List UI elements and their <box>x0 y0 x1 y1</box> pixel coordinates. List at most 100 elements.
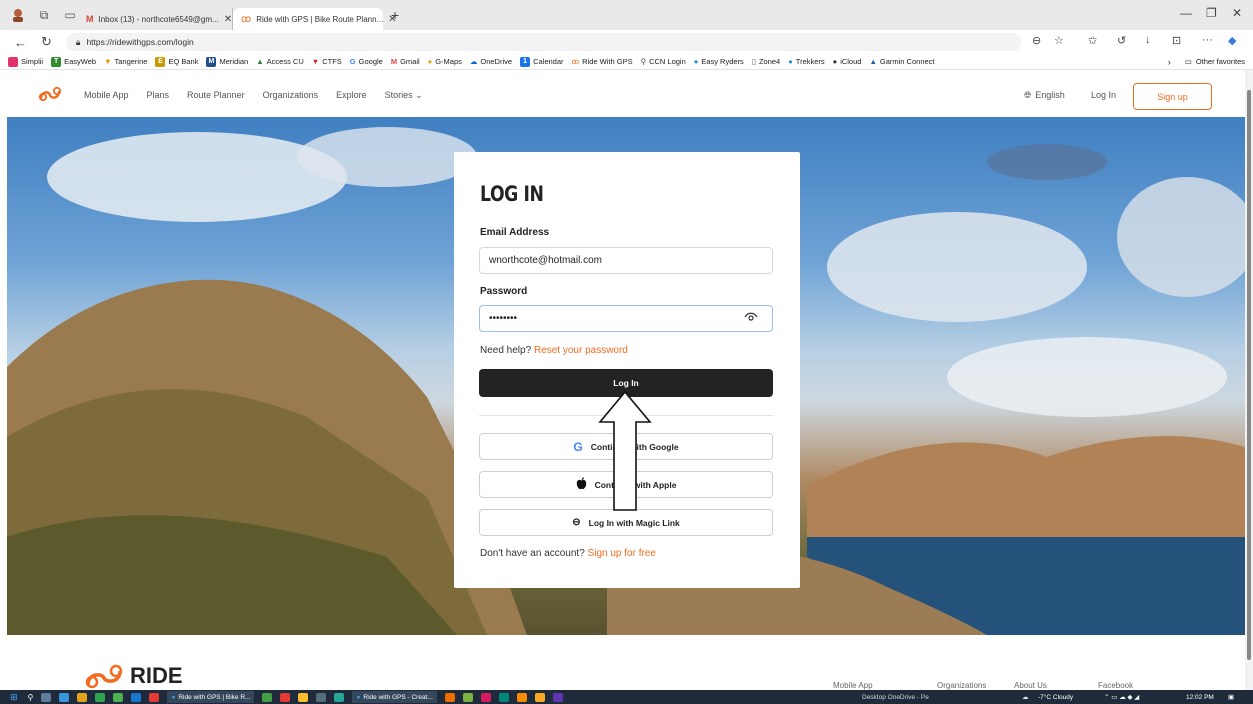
app-icon[interactable] <box>280 692 291 702</box>
copilot-icon[interactable]: ◆ <box>1228 34 1236 47</box>
app-icon[interactable] <box>552 692 563 702</box>
help-label: Need help? <box>480 345 532 356</box>
collections-icon[interactable]: ⊡ <box>1172 34 1181 47</box>
close-icon[interactable]: ✕ <box>224 14 232 25</box>
fav-garmin[interactable]: ▲ Garmin Connect <box>869 57 934 66</box>
footer-organizations[interactable]: Organizations <box>937 681 986 690</box>
reset-password-link[interactable]: Reset your password <box>534 345 628 356</box>
ridewithgps-logo-icon <box>85 664 123 689</box>
nav-explore[interactable]: Explore <box>336 90 367 100</box>
url-text: https://ridewithgps.com/login <box>86 37 194 47</box>
more-icon[interactable]: ··· <box>1202 34 1213 46</box>
fav-google[interactable]: G Google <box>350 57 383 66</box>
ridewithgps-logo[interactable] <box>38 85 62 105</box>
page-icon: ▯ <box>751 57 756 66</box>
footer-facebook[interactable]: Facebook <box>1098 681 1133 690</box>
fav-calendar[interactable]: 1 Calendar <box>520 56 564 67</box>
app-icon[interactable] <box>480 692 491 702</box>
refresh-icon[interactable]: ↻ <box>41 34 52 50</box>
nav-route-planner[interactable]: Route Planner <box>187 90 245 100</box>
address-bar[interactable]: 🔒︎ https://ridewithgps.com/login <box>65 33 1021 51</box>
show-password-icon[interactable] <box>744 312 758 325</box>
fav-gmail[interactable]: M Gmail <box>391 57 420 66</box>
app-icon[interactable] <box>462 692 473 702</box>
favorites-icon[interactable]: ✩ <box>1088 34 1097 47</box>
fav-easyryders[interactable]: ● Easy Ryders <box>694 57 744 66</box>
restore-icon[interactable]: ❐ <box>1206 6 1217 20</box>
app-icon[interactable] <box>131 692 142 702</box>
fav-meridian[interactable]: M Meridian <box>206 56 248 67</box>
fav-ridewithgps[interactable]: ꝏ Ride With GPS <box>572 57 633 66</box>
chrome-icon[interactable] <box>298 692 309 702</box>
start-icon[interactable]: ⊞ <box>10 692 18 703</box>
nav-organizations[interactable]: Organizations <box>263 90 319 100</box>
email-field[interactable] <box>479 247 773 274</box>
downloads-icon[interactable]: ↓ <box>1145 34 1151 46</box>
close-window-icon[interactable]: ✕ <box>1232 6 1242 20</box>
other-favorites[interactable]: Other favorites <box>1196 57 1245 66</box>
fav-simplii[interactable]: Simplii <box>8 56 44 67</box>
nav-stories[interactable]: Stories ⌄ <box>385 90 423 101</box>
taskbar-app-ridewithgps-create[interactable]: ● Ride with GPS - Creat... <box>352 691 437 703</box>
clock[interactable]: 12:02 PM <box>1186 694 1214 701</box>
tab-gmail[interactable]: M Inbox (13) - northcote6549@gm... ✕ <box>78 8 233 30</box>
fav-icloud[interactable]: ● iCloud <box>833 57 862 66</box>
magic-link-button[interactable]: ⊖ Log In with Magic Link <box>479 509 773 536</box>
new-tab-icon[interactable]: + <box>391 7 399 23</box>
nav-mobile-app[interactable]: Mobile App <box>84 90 129 100</box>
workspaces-icon[interactable]: ⧉ <box>36 7 52 23</box>
app-icon[interactable] <box>149 692 160 702</box>
app-icon[interactable] <box>444 692 455 702</box>
tray-icons[interactable]: ⌃ ▭ ☁ ◆ ◢ <box>1104 693 1139 701</box>
taskbar-app-ridewithgps[interactable]: ● Ride with GPS | Bike R... <box>167 691 255 703</box>
language-selector[interactable]: 🌐︎ English <box>1024 90 1065 101</box>
tab-ridewithgps[interactable]: ꝏ Ride with GPS | Bike Route Plann... ✕ <box>233 8 397 30</box>
profile-icon[interactable] <box>10 7 26 23</box>
explorer-icon[interactable] <box>77 692 88 702</box>
app-icon[interactable] <box>534 692 545 702</box>
page-scrollbar[interactable] <box>1245 70 1253 704</box>
app-icon[interactable] <box>262 692 273 702</box>
fav-tangerine[interactable]: ▼ Tangerine <box>104 57 147 66</box>
tab-actions-icon[interactable]: ▭ <box>62 7 78 23</box>
nav-login[interactable]: Log In <box>1091 90 1116 100</box>
app-icon[interactable] <box>316 692 327 702</box>
footer-mobile-app[interactable]: Mobile App <box>833 681 873 690</box>
fav-zone4[interactable]: ▯ Zone4 <box>752 57 780 66</box>
fav-ctfs[interactable]: ▼ CTFS <box>312 57 342 66</box>
app-icon[interactable] <box>498 692 509 702</box>
fav-accesscu[interactable]: ▲ Access CU <box>256 57 304 66</box>
scrollbar-thumb[interactable] <box>1247 90 1251 660</box>
onedrive-status[interactable]: Desktop OneDrive - Pe <box>862 694 929 701</box>
weather-status[interactable]: -7°C Cloudy <box>1038 694 1073 701</box>
history-icon[interactable]: ↺ <box>1117 34 1126 47</box>
notification-icon[interactable]: ▣ <box>1228 693 1234 701</box>
fav-onedrive[interactable]: ☁ OneDrive <box>470 57 512 66</box>
fav-trekkers[interactable]: ● Trekkers <box>788 57 824 66</box>
app-icon[interactable] <box>113 692 124 702</box>
app-icon[interactable] <box>516 692 527 702</box>
fav-label: Access CU <box>266 57 304 66</box>
task-view-icon[interactable] <box>41 692 52 702</box>
edge-icon[interactable] <box>59 692 70 702</box>
signup-button[interactable]: Sign up <box>1133 83 1212 110</box>
footer-about-us[interactable]: About Us <box>1014 681 1047 690</box>
fav-eqbank[interactable]: E EQ Bank <box>155 56 198 67</box>
password-field[interactable] <box>479 305 773 332</box>
app-icon[interactable] <box>334 692 345 702</box>
fav-label: Calendar <box>533 57 564 66</box>
back-icon[interactable]: ← <box>14 35 27 50</box>
reader-icon[interactable]: ⊖ <box>1032 34 1041 47</box>
fav-label: Simplii <box>21 57 44 66</box>
minimize-icon[interactable]: — <box>1180 6 1192 20</box>
fav-gmaps[interactable]: ● G-Maps <box>428 57 462 66</box>
fav-ccnlogin[interactable]: ⚲ CCN Login <box>641 57 686 66</box>
more-favorites-icon[interactable]: › <box>1168 57 1171 67</box>
excel-icon[interactable] <box>95 692 106 702</box>
nav-plans[interactable]: Plans <box>147 90 170 100</box>
signup-link[interactable]: Sign up for free <box>588 548 656 559</box>
fav-easyweb[interactable]: T EasyWeb <box>51 56 96 67</box>
footer-logo: RIDE <box>84 663 183 689</box>
favorite-star-icon[interactable]: ☆ <box>1054 34 1064 47</box>
search-icon[interactable]: ⚲ <box>28 693 34 702</box>
